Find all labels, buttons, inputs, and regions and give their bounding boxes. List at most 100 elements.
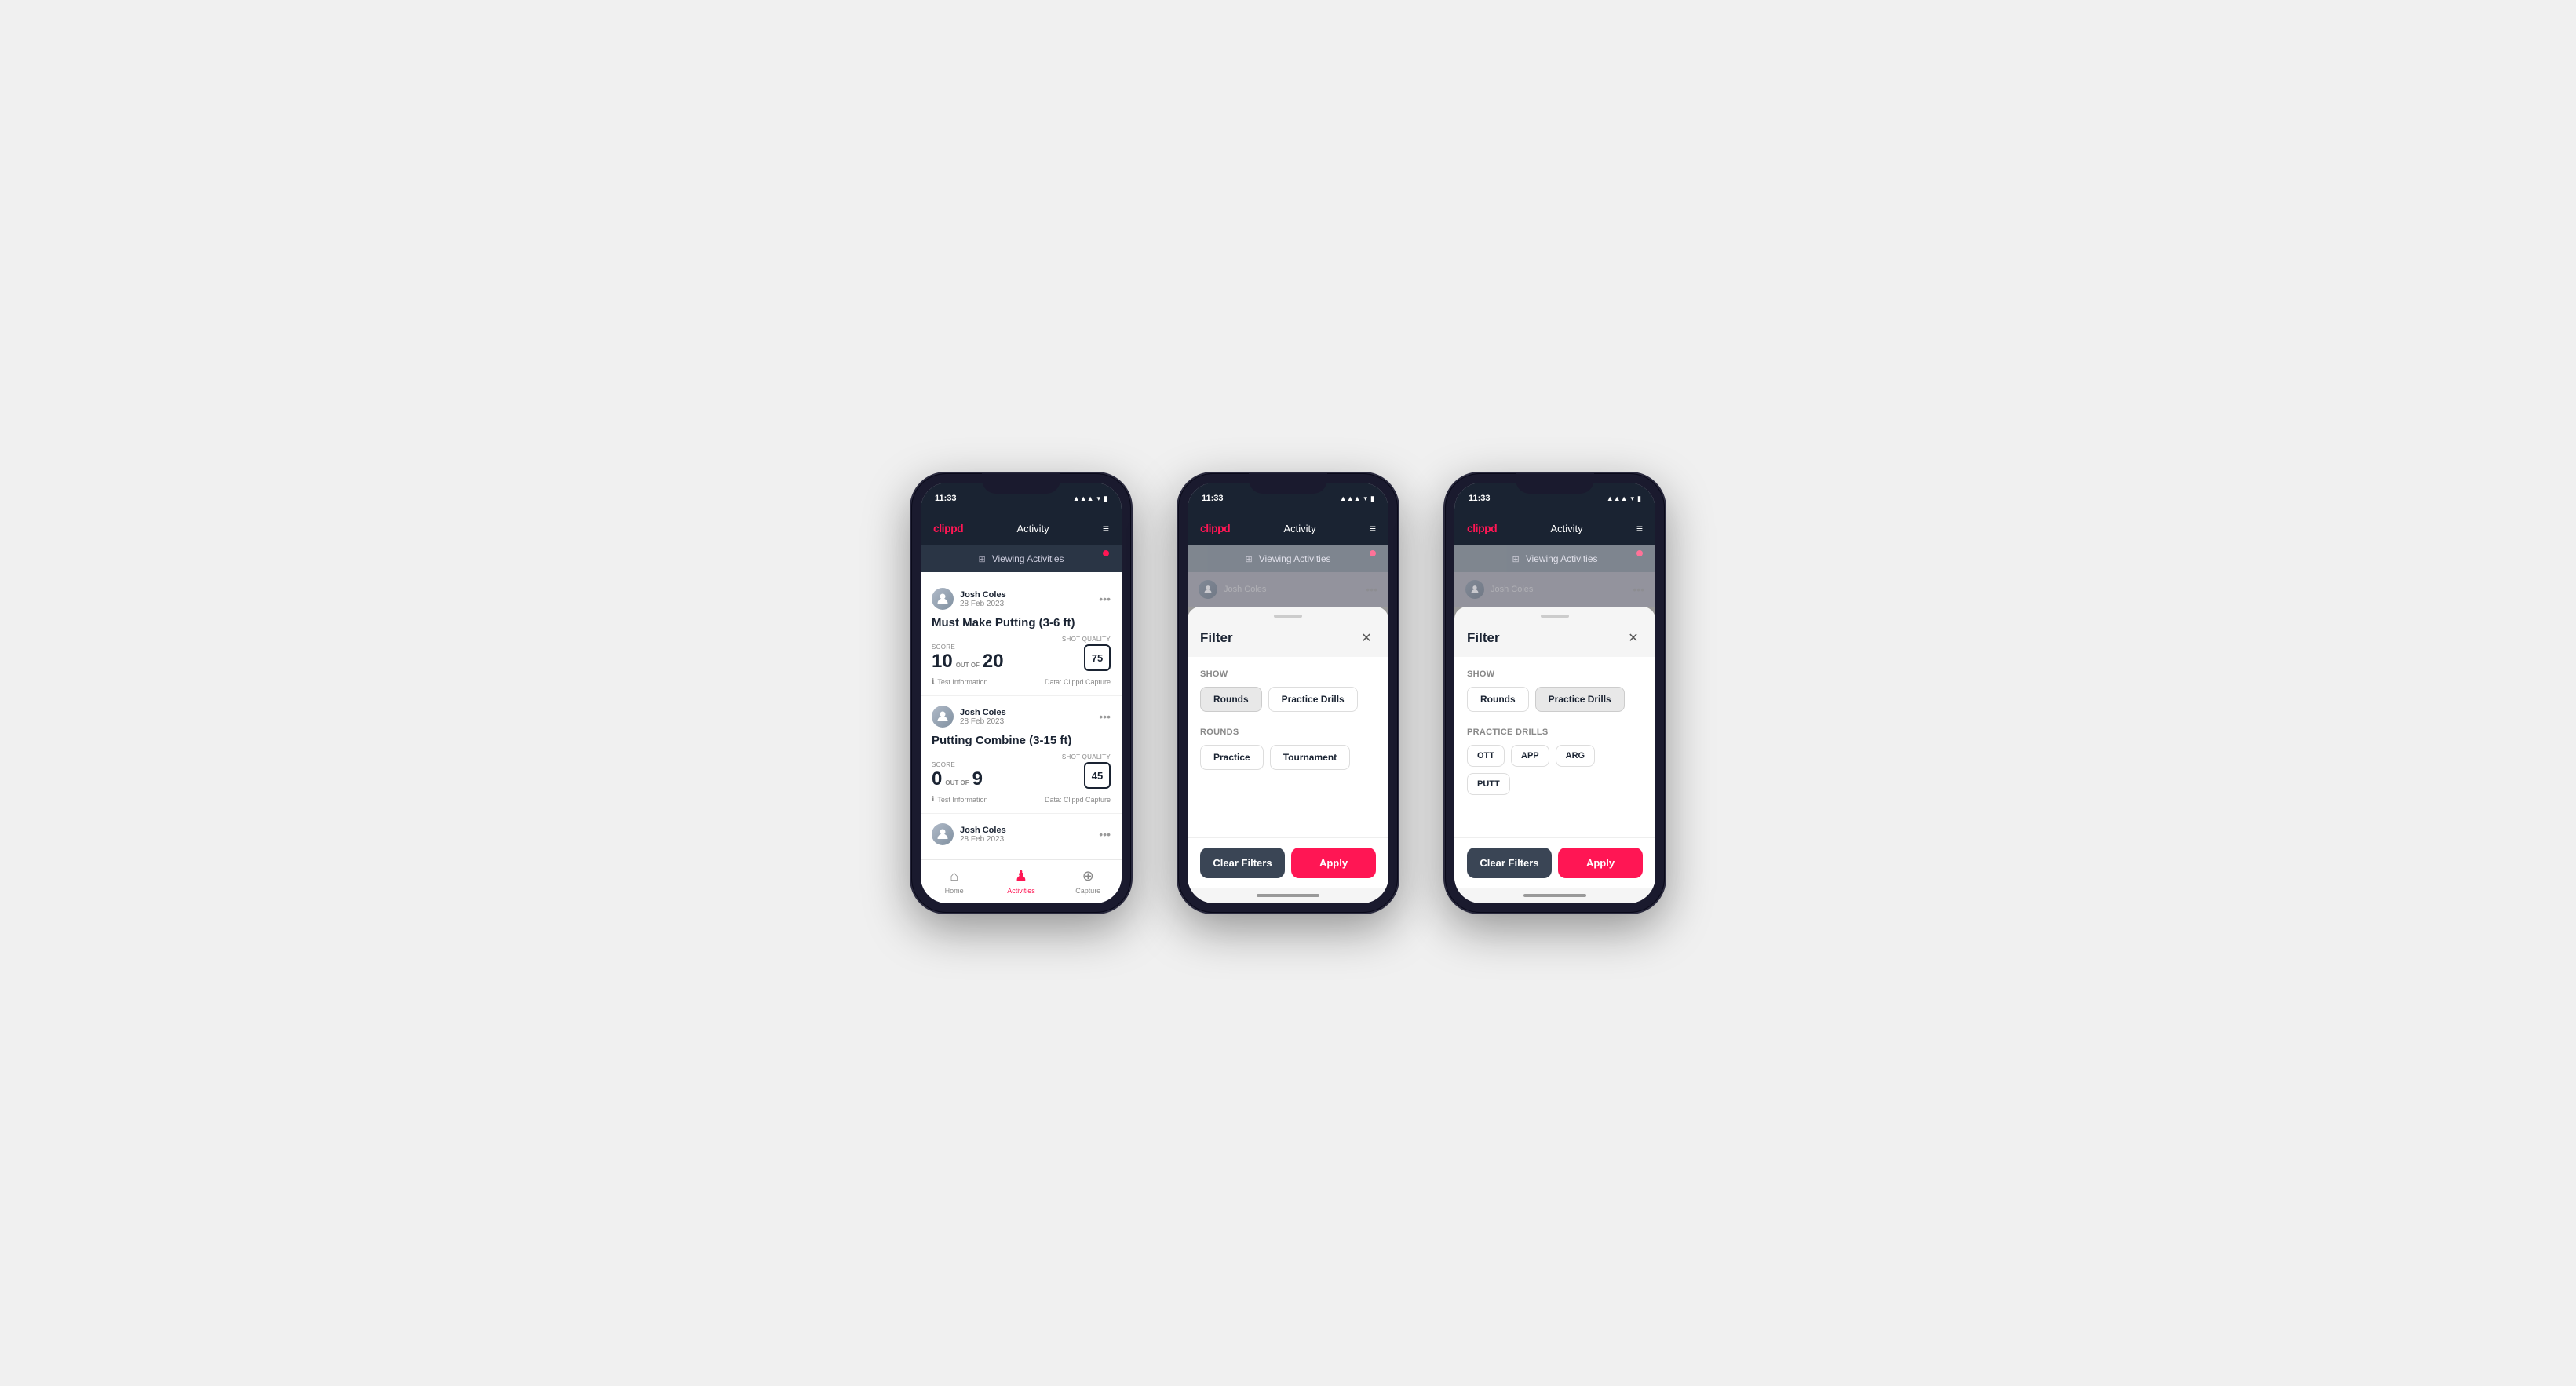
apply-btn-2[interactable]: Apply xyxy=(1291,848,1376,878)
practice-drills-section-label-3: Practice Drills xyxy=(1467,728,1643,737)
battery-icon: ▮ xyxy=(1104,494,1107,503)
filter-overlay-3: Filter ✕ Show Rounds Practice Drills Pra… xyxy=(1454,607,1655,903)
filter-icon: ⊞ xyxy=(978,554,985,564)
avatar-3 xyxy=(932,823,954,845)
viewing-bar-text-2: Viewing Activities xyxy=(1259,553,1331,564)
home-indicator-3 xyxy=(1454,888,1655,903)
clear-filters-btn-2[interactable]: Clear Filters xyxy=(1200,848,1285,878)
card-title-1: Must Make Putting (3-6 ft) xyxy=(932,616,1111,629)
notch-2 xyxy=(1249,473,1327,494)
user-name-1: Josh Coles xyxy=(960,590,1006,600)
apply-btn-3[interactable]: Apply xyxy=(1558,848,1643,878)
avatar-2 xyxy=(932,706,954,728)
clear-filters-btn-3[interactable]: Clear Filters xyxy=(1467,848,1552,878)
show-label-3: Show xyxy=(1467,669,1643,679)
signal-icon-3: ▲▲▲ xyxy=(1607,494,1628,502)
more-btn-3[interactable]: ••• xyxy=(1099,828,1111,841)
activity-list: Josh Coles 28 Feb 2023 ••• Must Make Put… xyxy=(921,572,1122,859)
score-value-2: 0 xyxy=(932,770,942,789)
shot-quality-badge-1: 75 xyxy=(1084,644,1111,671)
card-footer-left-2: ℹ Test Information xyxy=(932,795,987,804)
status-time-2: 11:33 xyxy=(1202,494,1224,503)
avatar-bg xyxy=(1199,580,1217,599)
status-icons: ▲▲▲ ▾ ▮ xyxy=(1073,494,1107,503)
rounds-btn-group-2: Practice Tournament xyxy=(1200,745,1376,770)
filter-handle-3 xyxy=(1454,607,1655,626)
tab-activities[interactable]: ♟ Activities xyxy=(999,868,1043,895)
notch-3 xyxy=(1516,473,1594,494)
filter-sheet-2: Filter ✕ Show Rounds Practice Drills Rou… xyxy=(1188,607,1388,903)
notification-dot-2 xyxy=(1370,550,1376,556)
filter-close-2[interactable]: ✕ xyxy=(1357,629,1376,647)
menu-icon-2[interactable]: ≡ xyxy=(1370,522,1376,534)
practice-drills-btn-2[interactable]: Practice Drills xyxy=(1268,687,1358,712)
activities-icon: ♟ xyxy=(1015,868,1027,884)
rounds-label-2: Rounds xyxy=(1200,728,1376,737)
status-icons-3: ▲▲▲ ▾ ▮ xyxy=(1607,494,1641,503)
filter-header-2: Filter ✕ xyxy=(1188,626,1388,657)
card-footer-right-2: Data: Clippd Capture xyxy=(1045,796,1111,804)
tournament-btn-2[interactable]: Tournament xyxy=(1270,745,1350,770)
menu-icon-3[interactable]: ≡ xyxy=(1636,522,1643,534)
sq-label-2: Shot Quality xyxy=(1062,753,1111,760)
home-icon: ⌂ xyxy=(950,868,958,884)
tab-home[interactable]: ⌂ Home xyxy=(932,868,976,895)
score-label-2: Score xyxy=(932,761,983,768)
nav-title-3: Activity xyxy=(1550,523,1582,534)
more-btn-2[interactable]: ••• xyxy=(1099,710,1111,723)
notch xyxy=(982,473,1060,494)
putt-tag-3[interactable]: PUTT xyxy=(1467,773,1510,795)
practice-drills-btn-3[interactable]: Practice Drills xyxy=(1535,687,1625,712)
score-value-1: 10 xyxy=(932,652,953,671)
nav-title: Activity xyxy=(1016,523,1049,534)
bg-more: ••• xyxy=(1366,583,1377,596)
tab-activities-label: Activities xyxy=(1007,887,1035,895)
outof-label-1: OUT OF xyxy=(956,662,980,669)
viewing-bar-3[interactable]: ⊞ Viewing Activities xyxy=(1454,545,1655,572)
info-icon-2: ℹ xyxy=(932,795,934,804)
filter-overlay-2: Filter ✕ Show Rounds Practice Drills Rou… xyxy=(1188,607,1388,903)
user-name-2: Josh Coles xyxy=(960,708,1006,717)
activity-card-3: Josh Coles 28 Feb 2023 ••• xyxy=(921,814,1122,859)
app-logo-3: clippd xyxy=(1467,522,1497,534)
practice-btn-2[interactable]: Practice xyxy=(1200,745,1264,770)
arg-tag-3[interactable]: ARG xyxy=(1556,745,1595,767)
viewing-bar-text-3: Viewing Activities xyxy=(1526,553,1598,564)
filter-body-2: Show Rounds Practice Drills Rounds Pract… xyxy=(1188,657,1388,837)
app-logo: clippd xyxy=(933,522,963,534)
rounds-btn-3[interactable]: Rounds xyxy=(1467,687,1529,712)
viewing-bar-2[interactable]: ⊞ Viewing Activities xyxy=(1188,545,1388,572)
phone-2: 11:33 ▲▲▲ ▾ ▮ clippd Activity ≡ ⊞ Viewin… xyxy=(1178,473,1398,913)
sq-label-1: Shot Quality xyxy=(1062,636,1111,643)
shot-quality-badge-2: 45 xyxy=(1084,762,1111,789)
signal-icon-2: ▲▲▲ xyxy=(1340,494,1361,502)
status-time-3: 11:33 xyxy=(1469,494,1491,503)
filter-close-3[interactable]: ✕ xyxy=(1624,629,1643,647)
nav-bar-2: clippd Activity ≡ xyxy=(1188,511,1388,545)
user-date-1: 28 Feb 2023 xyxy=(960,600,1006,608)
filter-footer-3: Clear Filters Apply xyxy=(1454,837,1655,888)
filter-handle-bar-3 xyxy=(1541,615,1569,618)
bg-user-3: Josh Coles xyxy=(1491,585,1533,594)
status-icons-2: ▲▲▲ ▾ ▮ xyxy=(1340,494,1374,503)
filter-title-2: Filter xyxy=(1200,630,1233,646)
rounds-btn-2[interactable]: Rounds xyxy=(1200,687,1262,712)
home-bar-2 xyxy=(1257,894,1319,897)
status-time: 11:33 xyxy=(935,494,957,503)
viewing-bar[interactable]: ⊞ Viewing Activities xyxy=(921,545,1122,572)
user-date-3: 28 Feb 2023 xyxy=(960,835,1006,844)
card-footer-right-1: Data: Clippd Capture xyxy=(1045,678,1111,686)
bg-user: Josh Coles xyxy=(1224,585,1266,594)
more-btn-1[interactable]: ••• xyxy=(1099,593,1111,605)
home-bar-3 xyxy=(1523,894,1586,897)
ott-tag-3[interactable]: OTT xyxy=(1467,745,1505,767)
app-tag-3[interactable]: APP xyxy=(1511,745,1549,767)
phone-3: 11:33 ▲▲▲ ▾ ▮ clippd Activity ≡ ⊞ Viewin… xyxy=(1445,473,1665,913)
app-logo-2: clippd xyxy=(1200,522,1230,534)
capture-icon: ⊕ xyxy=(1082,868,1094,884)
menu-icon[interactable]: ≡ xyxy=(1103,522,1109,534)
wifi-icon-3: ▾ xyxy=(1631,494,1635,503)
tab-capture-label: Capture xyxy=(1075,887,1100,895)
tab-capture[interactable]: ⊕ Capture xyxy=(1066,868,1110,895)
tab-bar: ⌂ Home ♟ Activities ⊕ Capture xyxy=(921,859,1122,903)
